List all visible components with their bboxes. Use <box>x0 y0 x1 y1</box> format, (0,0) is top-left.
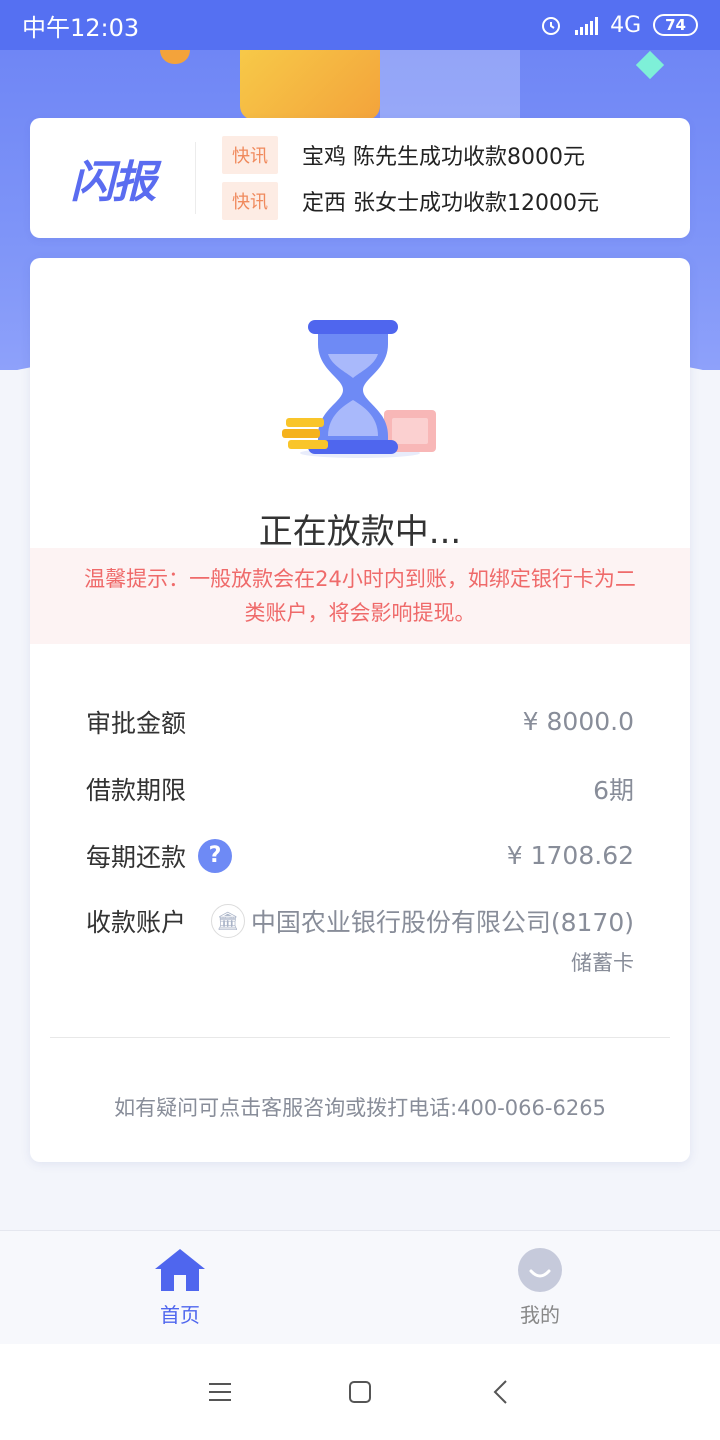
account-line: 🏛 中国农业银行股份有限公司(8170) <box>210 903 634 939</box>
decor-shape <box>160 50 190 64</box>
tab-label: 我的 <box>520 1303 560 1327</box>
square-icon <box>349 1381 371 1403</box>
tab-label: 首页 <box>160 1303 200 1327</box>
back-icon <box>493 1380 507 1404</box>
news-item[interactable]: 快讯 定西 张女士成功收款12000元 <box>222 182 599 220</box>
home-button[interactable] <box>340 1372 380 1412</box>
battery-icon: 74 <box>653 14 698 36</box>
menu-button[interactable] <box>200 1372 240 1412</box>
back-button[interactable] <box>480 1372 520 1412</box>
detail-row-term: 借款期限 6期 <box>86 755 634 822</box>
detail-label: 收款账户 <box>86 908 187 937</box>
detail-value: ¥ 1708.62 <box>506 841 634 870</box>
detail-row-account: 收款账户 🏛 中国农业银行股份有限公司(8170) 储蓄卡 <box>86 889 634 977</box>
detail-value: 6期 <box>593 775 634 805</box>
status-icons: 4G 74 <box>539 13 698 38</box>
detail-label: 借款期限 <box>86 775 187 805</box>
detail-row-amount: 审批金额 ¥ 8000.0 <box>86 688 634 755</box>
detail-row-repayment: 每期还款 ? ¥ 1708.62 <box>86 822 634 889</box>
decor-shape <box>635 50 665 80</box>
decor-shape <box>380 50 520 120</box>
home-icon <box>155 1249 205 1291</box>
contact-text[interactable]: 如有疑问可点击客服咨询或拨打电话:400-066-6265 <box>30 1092 690 1122</box>
news-tag: 快讯 <box>222 182 278 220</box>
account-info: 🏛 中国农业银行股份有限公司(8170) 储蓄卡 <box>210 903 634 977</box>
network-type: 4G <box>610 12 642 38</box>
detail-label-wrap: 每期还款 ? <box>86 838 233 874</box>
status-bar: 中午12:03 4G 74 <box>0 0 720 50</box>
notice-banner: 温馨提示：一般放款会在24小时内到账，如绑定银行卡为二类账户，将会影响提现。 <box>30 548 690 644</box>
news-item[interactable]: 快讯 宝鸡 陈先生成功收款8000元 <box>222 136 599 174</box>
bank-name: 中国农业银行股份有限公司(8170) <box>250 908 634 937</box>
status-time: 中午12:03 <box>22 13 140 42</box>
loan-status-card: 正在放款中... 温馨提示：一般放款会在24小时内到账，如绑定银行卡为二类账户，… <box>30 258 690 1162</box>
divider <box>50 1037 670 1038</box>
tab-home[interactable]: 首页 <box>0 1231 360 1344</box>
menu-icon <box>209 1383 231 1401</box>
system-nav-bar <box>0 1344 720 1440</box>
news-ticker-card[interactable]: 闪报 快讯 宝鸡 陈先生成功收款8000元 快讯 定西 张女士成功收款12000… <box>30 118 690 238</box>
news-tag: 快讯 <box>222 136 278 174</box>
alarm-icon <box>542 17 561 35</box>
loan-details: 审批金额 ¥ 8000.0 借款期限 6期 每期还款 ? ¥ 1708.62 收… <box>86 688 634 977</box>
news-list: 快讯 宝鸡 陈先生成功收款8000元 快讯 定西 张女士成功收款12000元 <box>196 136 599 220</box>
detail-value: ¥ 8000.0 <box>522 707 634 736</box>
news-logo: 闪报 <box>30 142 196 214</box>
news-text: 定西 张女士成功收款12000元 <box>302 191 599 216</box>
signal-icon <box>575 15 599 35</box>
bank-icon: 🏛 <box>210 904 245 938</box>
hourglass-icon <box>282 320 436 458</box>
bottom-tab-bar: 首页 我的 <box>0 1230 720 1344</box>
profile-icon <box>518 1248 562 1292</box>
detail-label: 审批金额 <box>86 708 187 738</box>
decor-card-illustration <box>240 50 380 120</box>
status-title: 正在放款中... <box>258 512 462 552</box>
help-icon[interactable]: ? <box>198 838 233 873</box>
notice-text: 温馨提示：一般放款会在24小时内到账，如绑定银行卡为二类账户，将会影响提现。 <box>84 567 636 625</box>
card-type: 储蓄卡 <box>571 951 634 975</box>
news-text: 宝鸡 陈先生成功收款8000元 <box>302 145 585 170</box>
detail-label: 每期还款 <box>86 842 187 872</box>
tab-profile[interactable]: 我的 <box>360 1231 720 1344</box>
